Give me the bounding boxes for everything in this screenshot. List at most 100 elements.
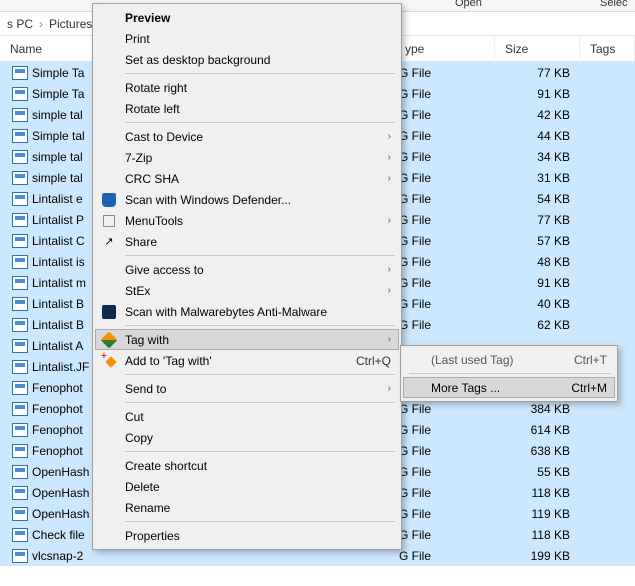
menu-cast-to-device[interactable]: Cast to Device›: [95, 126, 399, 147]
file-name: Lintalist e: [32, 192, 83, 206]
menu-crc-sha[interactable]: CRC SHA›: [95, 168, 399, 189]
file-type: G File: [395, 150, 495, 164]
chevron-right-icon: ›: [382, 334, 391, 345]
file-icon: [12, 108, 28, 122]
chevron-right-icon: ›: [382, 215, 391, 226]
file-type: G File: [395, 549, 495, 563]
column-header-tags[interactable]: Tags: [580, 36, 635, 61]
chevron-right-icon: ›: [36, 17, 46, 31]
menu-properties[interactable]: Properties: [95, 525, 399, 546]
file-name: vlcsnap-2: [32, 549, 83, 563]
file-icon: [12, 423, 28, 437]
menu-cut[interactable]: Cut: [95, 406, 399, 427]
file-name: Fenophot: [32, 402, 83, 416]
file-type: G File: [395, 465, 495, 479]
menu-tag-with[interactable]: Tag with›: [95, 329, 399, 350]
file-name: Simple Ta: [32, 66, 84, 80]
file-name: OpenHash: [32, 465, 89, 479]
column-header-type[interactable]: ype: [395, 36, 495, 61]
file-type: G File: [395, 276, 495, 290]
menu-scan-malwarebytes[interactable]: Scan with Malwarebytes Anti-Malware: [95, 301, 399, 322]
chevron-right-icon: ›: [382, 152, 391, 163]
menu-delete[interactable]: Delete: [95, 476, 399, 497]
file-type: G File: [395, 87, 495, 101]
menu-separator: [125, 374, 395, 375]
file-icon: [12, 87, 28, 101]
file-icon: [12, 129, 28, 143]
menu-menutools[interactable]: MenuTools›: [95, 210, 399, 231]
menu-preview[interactable]: Preview: [95, 7, 399, 28]
share-icon: ↗: [99, 234, 119, 250]
file-size: 118 KB: [495, 486, 580, 500]
tag-plus-icon: [99, 353, 119, 369]
file-type: G File: [395, 108, 495, 122]
file-icon: [12, 465, 28, 479]
file-size: 77 KB: [495, 213, 580, 227]
file-type: G File: [395, 318, 495, 332]
file-size: 91 KB: [495, 87, 580, 101]
file-icon: [12, 486, 28, 500]
file-size: 638 KB: [495, 444, 580, 458]
menu-separator: [125, 73, 395, 74]
submenu-last-used-tag[interactable]: (Last used Tag)Ctrl+T: [403, 349, 615, 370]
submenu-more-tags[interactable]: More Tags ...Ctrl+M: [403, 377, 615, 398]
malwarebytes-icon: [99, 304, 119, 320]
file-name: Lintalist C: [32, 234, 85, 248]
file-size: 119 KB: [495, 507, 580, 521]
file-size: 44 KB: [495, 129, 580, 143]
file-icon: [12, 171, 28, 185]
file-name: Simple tal: [32, 129, 85, 143]
file-size: 48 KB: [495, 255, 580, 269]
file-type: G File: [395, 192, 495, 206]
menu-give-access[interactable]: Give access to›: [95, 259, 399, 280]
breadcrumb-pc[interactable]: s PC: [4, 17, 36, 31]
file-type: G File: [395, 528, 495, 542]
file-name: Fenophot: [32, 444, 83, 458]
menu-scan-defender[interactable]: Scan with Windows Defender...: [95, 189, 399, 210]
file-icon: [12, 360, 28, 374]
column-header-size[interactable]: Size: [495, 36, 580, 61]
file-name: Lintalist.JF: [32, 360, 89, 374]
file-icon: [12, 297, 28, 311]
file-icon: [12, 339, 28, 353]
menu-send-to[interactable]: Send to›: [95, 378, 399, 399]
chevron-right-icon: ›: [382, 131, 391, 142]
menu-add-to-tag-with[interactable]: Add to 'Tag with'Ctrl+Q: [95, 350, 399, 371]
file-type: G File: [395, 402, 495, 416]
file-name: Lintalist B: [32, 297, 84, 311]
file-size: 199 KB: [495, 549, 580, 563]
tag-with-submenu: (Last used Tag)Ctrl+T More Tags ...Ctrl+…: [400, 345, 618, 402]
menu-stex[interactable]: StEx›: [95, 280, 399, 301]
file-size: 54 KB: [495, 192, 580, 206]
file-size: 614 KB: [495, 423, 580, 437]
file-type: G File: [395, 171, 495, 185]
menu-rename[interactable]: Rename: [95, 497, 399, 518]
file-size: 34 KB: [495, 150, 580, 164]
menu-7zip[interactable]: 7-Zip›: [95, 147, 399, 168]
menu-print[interactable]: Print: [95, 28, 399, 49]
menu-rotate-left[interactable]: Rotate left: [95, 98, 399, 119]
menu-rotate-right[interactable]: Rotate right: [95, 77, 399, 98]
file-size: 384 KB: [495, 402, 580, 416]
file-name: simple tal: [32, 171, 83, 185]
file-name: simple tal: [32, 108, 83, 122]
toolbar-open[interactable]: Open: [455, 0, 482, 9]
file-type: G File: [395, 423, 495, 437]
menu-copy[interactable]: Copy: [95, 427, 399, 448]
menu-share[interactable]: ↗Share: [95, 231, 399, 252]
menu-set-desktop[interactable]: Set as desktop background: [95, 49, 399, 70]
file-icon: [12, 402, 28, 416]
menu-create-shortcut[interactable]: Create shortcut: [95, 455, 399, 476]
menu-separator: [125, 255, 395, 256]
file-icon: [12, 213, 28, 227]
file-name: Lintalist B: [32, 318, 84, 332]
file-size: 62 KB: [495, 318, 580, 332]
file-size: 118 KB: [495, 528, 580, 542]
toolbar-select[interactable]: Selec: [600, 0, 628, 9]
file-name: Lintalist P: [32, 213, 84, 227]
chevron-right-icon: ›: [382, 264, 391, 275]
breadcrumb-folder[interactable]: Pictures: [46, 17, 95, 31]
chevron-right-icon: ›: [382, 285, 391, 296]
menu-separator: [125, 325, 395, 326]
file-name: OpenHash: [32, 486, 89, 500]
